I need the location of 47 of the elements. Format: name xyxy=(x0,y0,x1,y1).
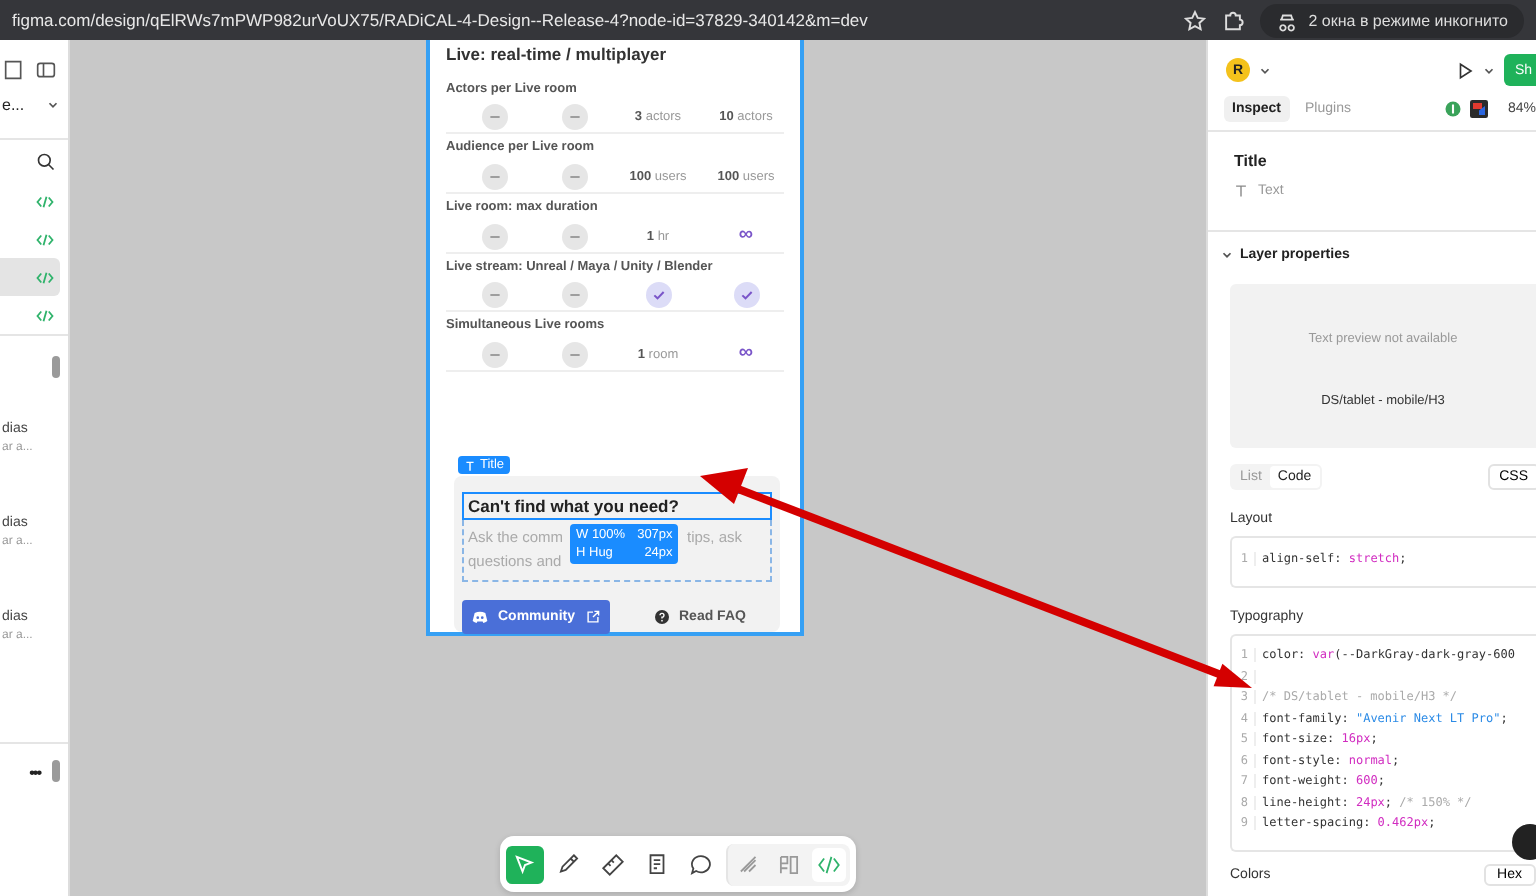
dash-icon xyxy=(561,163,587,190)
caret-icon[interactable] xyxy=(46,98,60,112)
incognito-label: 2 окна в режиме инкогнито xyxy=(1308,11,1508,29)
file-name[interactable]: e... xyxy=(2,96,25,114)
code-icon xyxy=(36,193,54,209)
pointer-icon xyxy=(512,851,538,877)
lines-icon xyxy=(736,851,762,877)
comment-icon xyxy=(688,851,714,877)
code-icon xyxy=(36,231,54,247)
address-bar[interactable]: figma.com/design/qElRWs7mPWP982urVoUX75/RADiCAL-4-Design--Release-4?node-id=37829-340142&m=dev xyxy=(12,10,1169,30)
chevron-icon[interactable] xyxy=(1220,248,1234,262)
incognito-icon xyxy=(1276,9,1299,31)
caret-icon[interactable] xyxy=(1482,63,1497,77)
check-icon xyxy=(645,282,671,309)
card-heading: Can't find what you need? xyxy=(462,492,772,521)
puzzle-icon[interactable] xyxy=(1222,9,1245,31)
section-title: Live: real-time / multiplayer xyxy=(446,44,669,68)
caret-icon[interactable] xyxy=(1258,63,1272,77)
incognito-button[interactable]: 2 окна в режиме инкогнито xyxy=(1260,3,1524,37)
code-icon xyxy=(816,851,842,877)
chat-icon xyxy=(472,610,488,625)
dash-icon xyxy=(561,341,587,368)
page-icon[interactable] xyxy=(4,60,24,80)
dash-icon xyxy=(481,341,507,368)
code-icon xyxy=(36,307,54,323)
check-icon xyxy=(733,282,759,309)
scrollbar-thumb[interactable] xyxy=(52,356,60,378)
play-icon[interactable] xyxy=(1456,61,1475,79)
pen-icon xyxy=(556,851,582,877)
sidebar-icon[interactable] xyxy=(36,60,56,80)
ruler-icon xyxy=(600,851,626,877)
text-icon xyxy=(464,459,476,472)
star-icon[interactable] xyxy=(1184,9,1207,31)
help-icon xyxy=(653,610,669,625)
dash-icon xyxy=(481,163,507,190)
text-icon xyxy=(1234,184,1248,198)
plugin-icon[interactable] xyxy=(1469,100,1488,118)
layout-icon xyxy=(776,851,802,877)
layer-title: Title xyxy=(1232,150,1269,174)
infinity-symbol: ∞ xyxy=(738,344,754,365)
more-button[interactable]: ••• xyxy=(29,764,40,782)
external-link-icon xyxy=(585,610,599,625)
infinity-symbol: ∞ xyxy=(738,226,754,247)
search-icon[interactable] xyxy=(36,152,56,172)
code-icon xyxy=(36,269,54,285)
note-icon xyxy=(644,851,670,877)
scrollbar-thumb[interactable] xyxy=(52,760,60,782)
